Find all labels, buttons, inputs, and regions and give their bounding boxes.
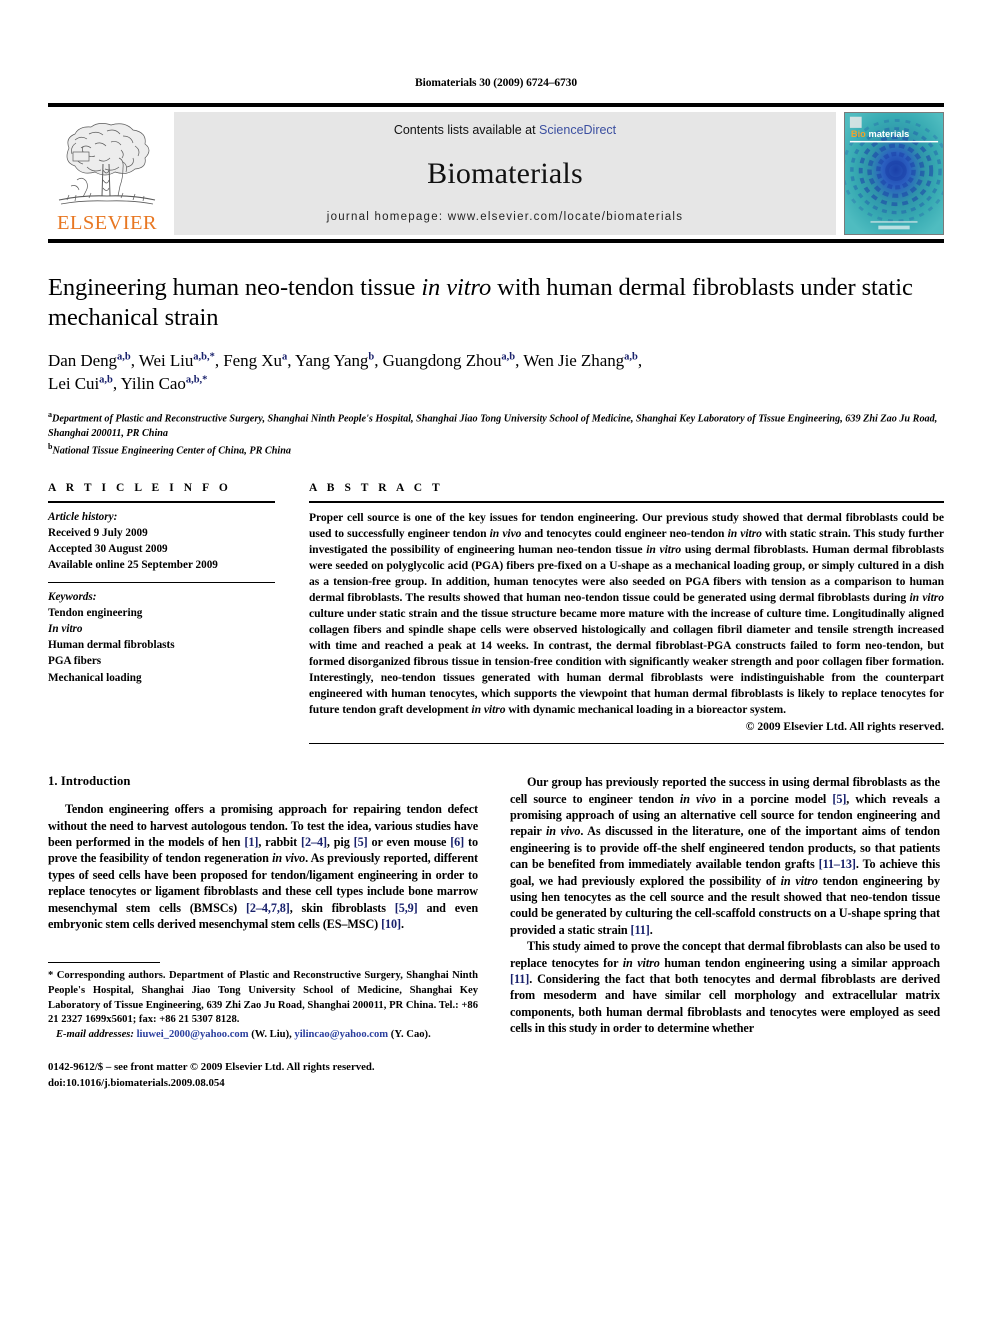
abstract-heading: A B S T R A C T bbox=[309, 482, 444, 495]
issn-line: 0142-9612/$ – see front matter © 2009 El… bbox=[48, 1061, 375, 1074]
body-two-column: 1. Introduction Tendon engineering offer… bbox=[48, 774, 944, 1091]
footnote-rule bbox=[48, 962, 160, 964]
keyword-item: Human dermal fibroblasts bbox=[48, 639, 175, 652]
journal-cover-thumbnail: Bio materials bbox=[844, 112, 944, 235]
intro-paragraph-right-1: Our group has previously reported the su… bbox=[510, 775, 940, 937]
abstract-text: Proper cell source is one of the key iss… bbox=[309, 511, 945, 717]
body-column-left: 1. Introduction Tendon engineering offer… bbox=[48, 774, 478, 1091]
citation-ref[interactable]: [10] bbox=[381, 917, 401, 931]
abstract-copyright: © 2009 Elsevier Ltd. All rights reserved… bbox=[745, 720, 944, 734]
abstract-bottom-rule bbox=[309, 743, 944, 745]
running-head: Biomaterials 30 (2009) 6724–6730 bbox=[415, 77, 577, 89]
author-aff-marker: a,b bbox=[99, 374, 113, 386]
author-aff-marker: a,b bbox=[501, 351, 516, 363]
issn-copyright-block: 0142-9612/$ – see front matter © 2009 El… bbox=[48, 1060, 478, 1090]
intro-paragraph-right-2: This study aimed to prove the concept th… bbox=[510, 939, 940, 1036]
email-link-cao[interactable]: yilincao@yahoo.com bbox=[294, 1029, 388, 1040]
paper-page: Biomaterials 30 (2009) 6724–6730 ELSEVIE… bbox=[0, 0, 992, 1323]
email-owner-cao: (Y. Cao). bbox=[390, 1028, 431, 1040]
affiliation-a: aDepartment of Plastic and Reconstructiv… bbox=[48, 409, 944, 441]
citation-ref[interactable]: [5] bbox=[354, 835, 368, 849]
author-aff-marker: a,b bbox=[624, 351, 638, 363]
author-aff-marker: a,b,* bbox=[193, 351, 215, 363]
title-italic-in-vitro: in vitro bbox=[421, 274, 492, 301]
cover-title-materials: materials bbox=[869, 129, 910, 139]
keyword-item: Tendon engineering bbox=[48, 607, 143, 620]
journal-masthead: ELSEVIER Contents lists available at Sci… bbox=[48, 103, 944, 243]
info-abstract-section: A R T I C L E I N F O Article history: R… bbox=[48, 482, 945, 745]
citation-ref[interactable]: [6] bbox=[450, 835, 464, 849]
citation-ref[interactable]: [11–13] bbox=[819, 857, 856, 871]
email-addresses-note: E-mail addresses: liuwei_2000@yahoo.com … bbox=[48, 1028, 478, 1043]
corresponding-author-text: * Corresponding authors. Department of P… bbox=[48, 970, 478, 1026]
history-online: Available online 25 September 2009 bbox=[48, 559, 218, 572]
journal-title: Biomaterials bbox=[427, 157, 583, 190]
cover-artwork: Bio materials bbox=[845, 113, 943, 234]
citation-ref[interactable]: [2–4] bbox=[301, 835, 327, 849]
keyword-item: In vitro bbox=[48, 623, 83, 636]
keyword-item: PGA fibers bbox=[48, 655, 102, 668]
email-owner-liu: (W. Liu), bbox=[251, 1028, 292, 1040]
article-history-group: Article history: Received 9 July 2009 Ac… bbox=[48, 503, 275, 573]
title-part-1: Engineering human neo-tendon tissue bbox=[48, 274, 422, 301]
affiliations: aDepartment of Plastic and Reconstructiv… bbox=[48, 409, 944, 459]
author-list: Dan Denga,b, Wei Liua,b,*, Feng Xua, Yan… bbox=[48, 351, 643, 394]
history-received: Received 9 July 2009 bbox=[48, 527, 148, 540]
citation-ref[interactable]: [5] bbox=[832, 792, 846, 806]
citation-ref[interactable]: [11] bbox=[510, 972, 529, 986]
affiliation-b: bNational Tissue Engineering Center of C… bbox=[48, 441, 944, 459]
citation-ref[interactable]: [5,9] bbox=[395, 901, 418, 915]
history-accepted: Accepted 30 August 2009 bbox=[48, 543, 168, 556]
doi-line[interactable]: doi:10.1016/j.biomaterials.2009.08.054 bbox=[48, 1076, 478, 1091]
article-history-label: Article history: bbox=[48, 511, 118, 524]
contents-available-line: Contents lists available at ScienceDirec… bbox=[394, 123, 616, 137]
sciencedirect-link[interactable]: ScienceDirect bbox=[539, 123, 616, 137]
abstract-column: A B S T R A C T Proper cell source is on… bbox=[293, 482, 945, 745]
author-aff-marker: a bbox=[281, 351, 288, 363]
elsevier-wordmark: ELSEVIER bbox=[57, 211, 157, 234]
citation-ref[interactable]: [11] bbox=[631, 923, 650, 937]
journal-band: Contents lists available at ScienceDirec… bbox=[174, 112, 836, 235]
author-aff-marker: a,b bbox=[117, 351, 131, 363]
keyword-item: Mechanical loading bbox=[48, 671, 142, 684]
journal-homepage-link[interactable]: journal homepage: www.elsevier.com/locat… bbox=[327, 211, 683, 223]
body-column-right: Our group has previously reported the su… bbox=[510, 774, 940, 1091]
affiliation-b-text: National Tissue Engineering Center of Ch… bbox=[52, 445, 291, 457]
author-aff-marker: a,b,* bbox=[185, 374, 208, 386]
footnote-block: * Corresponding authors. Department of P… bbox=[48, 962, 478, 1090]
citation-ref[interactable]: [2–4,7,8] bbox=[246, 901, 290, 915]
article-info-heading: A R T I C L E I N F O bbox=[48, 482, 232, 495]
page-title: Engineering human neo-tendon tissue in v… bbox=[48, 273, 944, 333]
article-info-column: A R T I C L E I N F O Article history: R… bbox=[48, 482, 293, 744]
email-link-liu[interactable]: liuwei_2000@yahoo.com bbox=[137, 1029, 249, 1040]
contents-prefix: Contents lists available at bbox=[393, 123, 540, 137]
affiliation-a-text: Department of Plastic and Reconstructive… bbox=[48, 413, 938, 439]
keywords-label: Keywords: bbox=[48, 591, 97, 604]
cover-title-bio: Bio bbox=[851, 129, 866, 139]
title-block: Engineering human neo-tendon tissue in v… bbox=[48, 273, 944, 459]
author-aff-marker: b bbox=[368, 351, 375, 363]
section-heading-introduction: 1. Introduction bbox=[48, 774, 131, 789]
intro-paragraph-left: Tendon engineering offers a promising ap… bbox=[48, 802, 479, 931]
corresponding-author-note: * Corresponding authors. Department of P… bbox=[48, 969, 478, 1027]
citation-ref[interactable]: [1] bbox=[244, 835, 258, 849]
elsevier-tree-icon bbox=[58, 122, 156, 204]
keywords-group: Keywords: Tendon engineering In vitro Hu… bbox=[48, 583, 275, 685]
elsevier-logo: ELSEVIER bbox=[48, 112, 166, 235]
email-label: E-mail addresses: bbox=[55, 1028, 134, 1040]
